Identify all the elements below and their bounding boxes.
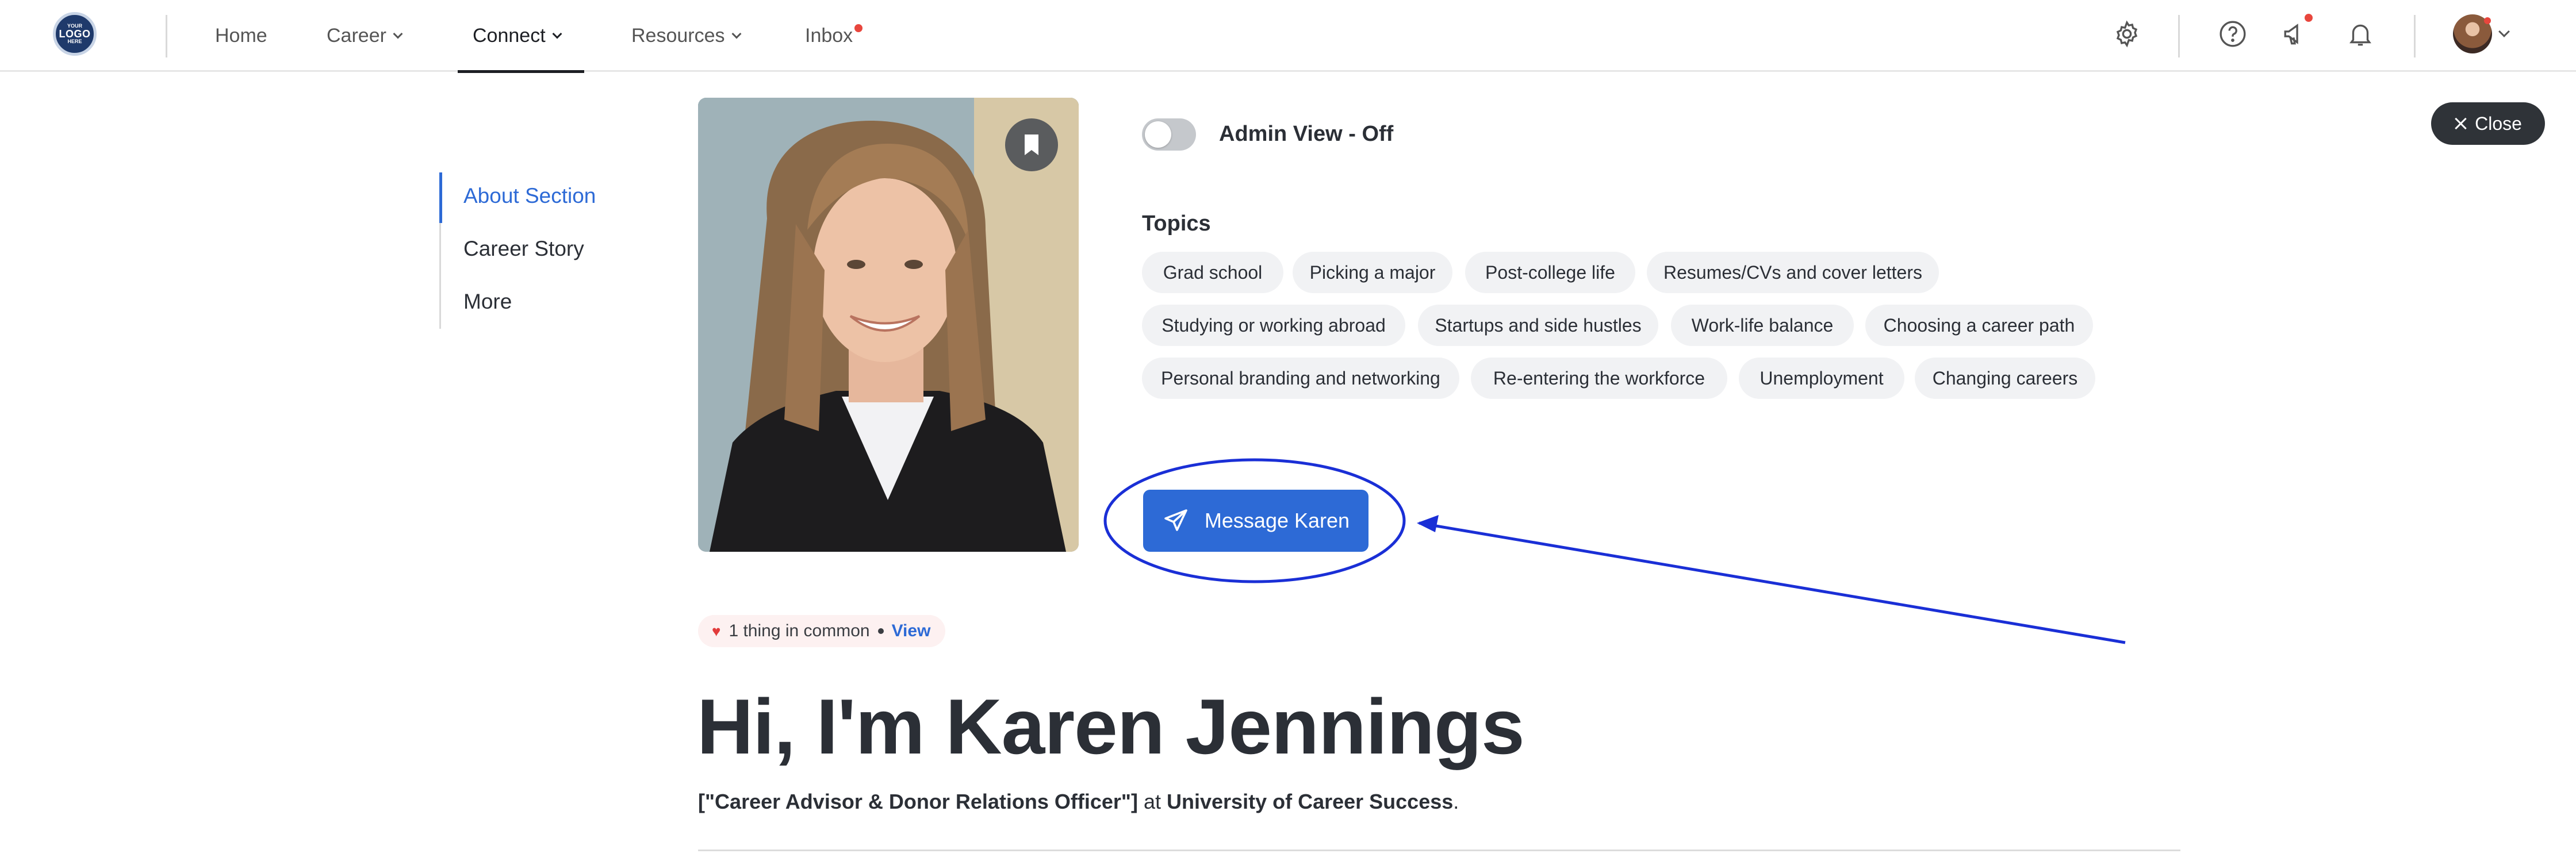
bookmark-button[interactable] <box>1005 118 1058 171</box>
topic-chip[interactable]: Choosing a career path <box>1865 305 2093 346</box>
topic-chip[interactable]: Startups and side hustles <box>1418 305 1658 346</box>
bell-icon[interactable] <box>2344 17 2377 51</box>
common-text: 1 thing in common <box>729 621 870 640</box>
chevron-down-icon <box>731 29 742 39</box>
section-nav-active-indicator <box>439 172 442 223</box>
topic-chip[interactable]: Studying or working abroad <box>1142 305 1405 346</box>
close-button[interactable]: Close <box>2431 102 2545 145</box>
chevron-down-icon[interactable] <box>2496 17 2513 51</box>
message-button-label: Message Karen <box>1204 509 1350 532</box>
notification-dot <box>854 24 862 32</box>
period-text: . <box>1453 790 1459 813</box>
at-text: at <box>1143 790 1161 813</box>
heart-icon: ♥ <box>712 622 721 640</box>
toggle-knob <box>1145 121 1171 148</box>
topic-chip[interactable]: Work-life balance <box>1671 305 1854 346</box>
view-link[interactable]: View <box>892 621 931 641</box>
logo-text: LOGO <box>59 28 91 40</box>
admin-view-toggle[interactable] <box>1142 118 1196 151</box>
divider <box>2178 15 2180 57</box>
topic-chip[interactable]: Grad school <box>1142 252 1283 293</box>
top-navigation-bar: YOUR LOGO HERE Home Career Connect Resou… <box>0 0 2576 73</box>
chevron-down-icon <box>393 29 403 39</box>
nav-item-career[interactable]: Career <box>327 0 403 72</box>
organization-name: University of Career Success <box>1167 790 1454 813</box>
topic-chip[interactable]: Changing careers <box>1915 358 2095 399</box>
nav-item-inbox[interactable]: Inbox <box>805 0 853 72</box>
nav-item-connect[interactable]: Connect <box>473 0 562 72</box>
topic-chip[interactable]: Picking a major <box>1293 252 1452 293</box>
admin-view-label: Admin View - Off <box>1219 122 1394 146</box>
section-nav-career-story[interactable]: Career Story <box>463 237 584 261</box>
common-badge: ♥ 1 thing in common View <box>698 615 946 647</box>
logo[interactable]: YOUR LOGO HERE <box>53 12 97 56</box>
nav-item-label: Connect <box>473 25 546 47</box>
topic-chip[interactable]: Re-entering the workforce <box>1471 358 1727 399</box>
active-tab-indicator <box>458 70 584 73</box>
nav-item-home[interactable]: Home <box>215 0 267 72</box>
topic-chip[interactable]: Personal branding and networking <box>1142 358 1459 399</box>
profile-heading: Hi, I'm Karen Jennings <box>697 683 1525 770</box>
nav-item-label: Career <box>327 25 386 47</box>
annotation-arrowhead <box>1417 515 1439 532</box>
send-icon <box>1164 509 1187 531</box>
divider <box>166 15 167 57</box>
profile-subtitle: ["Career Advisor & Donor Relations Offic… <box>698 790 1459 814</box>
divider <box>2414 15 2416 57</box>
nav-item-resources[interactable]: Resources <box>631 0 742 72</box>
section-nav-about[interactable]: About Section <box>463 184 596 208</box>
bookmark-icon <box>1025 134 1038 155</box>
close-icon <box>2454 117 2467 130</box>
close-button-label: Close <box>2475 113 2522 134</box>
section-nav-more[interactable]: More <box>463 290 512 314</box>
nav-item-label: Inbox <box>805 25 853 47</box>
help-icon[interactable] <box>2216 17 2249 51</box>
divider <box>698 850 2180 851</box>
topic-chip[interactable]: Resumes/CVs and cover letters <box>1647 252 1939 293</box>
nav-item-label: Resources <box>631 25 725 47</box>
message-button[interactable]: Message Karen <box>1143 490 1368 552</box>
notification-dot <box>2305 14 2313 22</box>
annotation-arrow <box>1419 521 2126 644</box>
nav-item-label: Home <box>215 25 267 47</box>
megaphone-icon[interactable] <box>2279 17 2313 51</box>
topic-chip[interactable]: Post-college life <box>1465 252 1635 293</box>
gear-icon[interactable] <box>2110 17 2144 51</box>
notification-dot <box>2484 17 2491 24</box>
topic-chip[interactable]: Unemployment <box>1739 358 1904 399</box>
separator-dot <box>877 628 884 634</box>
logo-text: HERE <box>67 39 82 44</box>
chevron-down-icon <box>552 29 562 39</box>
topics-title: Topics <box>1142 212 1211 236</box>
job-title: ["Career Advisor & Donor Relations Offic… <box>698 790 1138 813</box>
